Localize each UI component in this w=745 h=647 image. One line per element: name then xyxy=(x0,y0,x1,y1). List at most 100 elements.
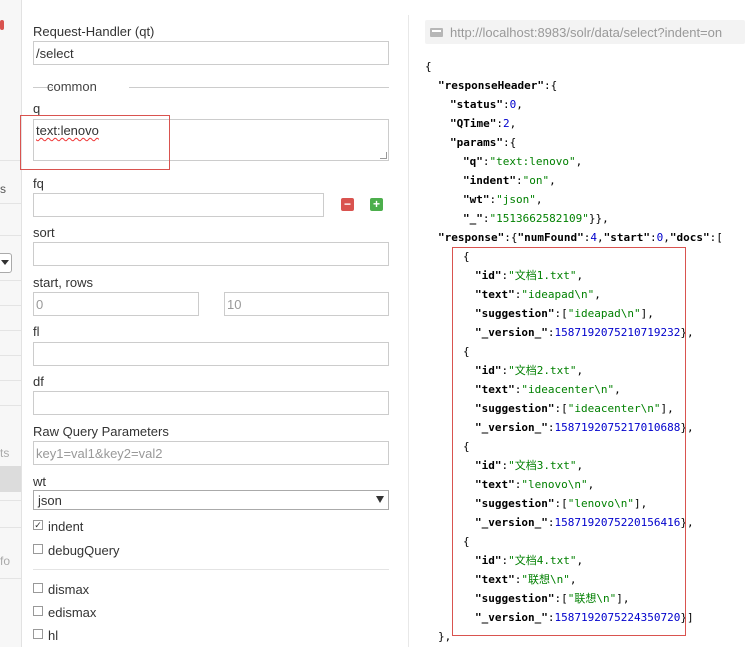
json-key: "indent" xyxy=(463,174,516,187)
wt-selected-value: json xyxy=(38,493,62,508)
json-key: "params" xyxy=(450,136,503,149)
sort-label: sort xyxy=(33,225,55,240)
json-line: "wt":"json", xyxy=(463,190,543,209)
json-string: "text:lenovo" xyxy=(489,155,576,168)
rows-input[interactable]: 10 xyxy=(224,292,389,316)
wt-label: wt xyxy=(33,474,46,489)
indent-label[interactable]: indent xyxy=(48,519,83,534)
json-string: "on" xyxy=(522,174,550,187)
sidebar-divider xyxy=(0,330,21,331)
logo-fragment xyxy=(0,20,4,30)
sidebar-divider xyxy=(0,235,21,236)
request-url[interactable]: http://localhost:8983/solr/data/select?i… xyxy=(450,25,722,40)
df-label: df xyxy=(33,374,44,389)
json-punct: , xyxy=(509,117,517,130)
json-number: 4 xyxy=(590,231,597,244)
sidebar-item-fragment[interactable]: s xyxy=(0,182,6,196)
dismax-checkbox[interactable] xyxy=(33,583,43,593)
query-form: Request-Handler (qt) /select common q te… xyxy=(20,0,408,647)
json-punct: : xyxy=(496,117,503,130)
sidebar-divider xyxy=(0,203,21,204)
edismax-checkbox[interactable] xyxy=(33,606,43,616)
sidebar-divider xyxy=(0,405,21,406)
json-line: "indent":"on", xyxy=(463,171,556,190)
sort-input[interactable] xyxy=(33,242,389,266)
json-punct: : xyxy=(482,212,490,225)
json-punct: , xyxy=(549,174,556,187)
json-line: { xyxy=(425,57,432,76)
edismax-label[interactable]: edismax xyxy=(48,605,96,620)
sidebar-divider xyxy=(0,500,21,501)
json-key: "q" xyxy=(463,155,483,168)
sidebar-divider xyxy=(0,527,21,528)
json-punct: { xyxy=(425,60,432,73)
sidebar-divider xyxy=(0,305,21,306)
json-string: "1513662582109" xyxy=(489,212,589,225)
q-label: q xyxy=(33,101,41,116)
json-line: "q":"text:lenovo", xyxy=(463,152,582,171)
dismax-label[interactable]: dismax xyxy=(48,582,89,597)
json-line: "response":{"numFound":4,"start":0,"docs… xyxy=(438,228,723,247)
start-input[interactable]: 0 xyxy=(33,292,199,316)
json-string: "json" xyxy=(496,193,536,206)
sidebar-divider xyxy=(0,160,21,161)
indent-checkbox[interactable]: ✓ xyxy=(33,520,43,530)
add-fq-button[interactable]: + xyxy=(370,198,383,211)
hl-checkbox[interactable] xyxy=(33,629,43,639)
json-punct: :{ xyxy=(543,79,558,92)
json-key: "status" xyxy=(450,98,503,111)
sidebar-item-query-active[interactable] xyxy=(0,466,21,492)
json-key: "responseHeader" xyxy=(438,79,544,92)
json-punct: : xyxy=(649,231,657,244)
request-handler-input[interactable]: /select xyxy=(33,41,389,65)
fq-label: fq xyxy=(33,176,44,191)
json-line: }, xyxy=(438,627,451,646)
hl-label[interactable]: hl xyxy=(48,628,58,643)
json-key: "response" xyxy=(438,231,505,244)
json-key: "wt" xyxy=(463,193,490,206)
json-punct: , xyxy=(596,231,604,244)
json-line: "params":{ xyxy=(450,133,516,152)
fieldset-line xyxy=(129,87,389,88)
json-punct: }, xyxy=(438,630,452,643)
sidebar-divider xyxy=(0,380,21,381)
json-line: "_":"1513662582109"}}, xyxy=(463,209,609,228)
raw-query-input[interactable]: key1=val1&key2=val2 xyxy=(33,441,389,465)
df-input[interactable] xyxy=(33,391,389,415)
remove-fq-button[interactable]: − xyxy=(341,198,354,211)
json-line: "responseHeader":{ xyxy=(438,76,557,95)
panel-divider xyxy=(408,15,409,647)
chevron-down-icon xyxy=(1,260,9,265)
json-punct: : xyxy=(502,98,510,111)
sidebar-item-fragment[interactable]: ts xyxy=(0,446,9,460)
docs-annotation-box xyxy=(452,247,686,636)
request-url-bar[interactable]: http://localhost:8983/solr/data/select?i… xyxy=(425,20,745,44)
json-line: "status":0, xyxy=(450,95,523,114)
json-punct: , xyxy=(575,155,583,168)
json-key: "docs" xyxy=(669,231,710,244)
sidebar: s ts fo xyxy=(0,0,22,647)
fq-input[interactable] xyxy=(33,193,324,217)
common-legend: common xyxy=(47,79,97,94)
json-punct: }}, xyxy=(588,212,609,225)
json-punct: :[ xyxy=(709,231,723,244)
debug-query-label[interactable]: debugQuery xyxy=(48,543,120,558)
json-punct: :{ xyxy=(504,231,518,244)
json-key: "QTime" xyxy=(450,117,497,130)
wt-select[interactable]: json xyxy=(33,490,389,510)
fl-input[interactable] xyxy=(33,342,389,366)
section-divider xyxy=(33,569,389,570)
sidebar-item-fragment[interactable]: fo xyxy=(0,554,10,568)
json-key: "start" xyxy=(603,231,650,244)
json-key: "_" xyxy=(463,212,483,225)
json-key: "numFound" xyxy=(517,231,584,244)
link-icon xyxy=(430,28,443,37)
json-punct: : xyxy=(482,155,490,168)
json-punct: : xyxy=(515,174,523,187)
fl-label: fl xyxy=(33,324,40,339)
resize-handle-icon[interactable] xyxy=(380,152,387,159)
sidebar-divider xyxy=(0,355,21,356)
debug-query-checkbox[interactable] xyxy=(33,544,43,554)
sidebar-divider xyxy=(0,578,21,579)
json-punct: :{ xyxy=(502,136,517,149)
